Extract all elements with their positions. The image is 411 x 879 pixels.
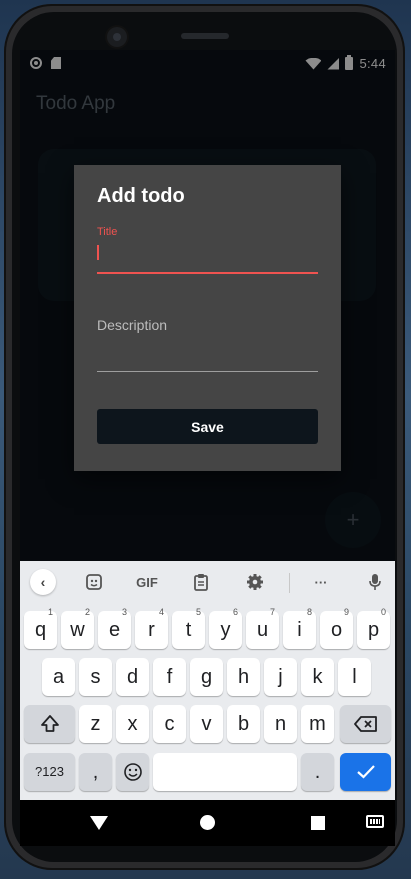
earpiece-speaker [181, 33, 229, 39]
key-label: i [297, 619, 302, 641]
key-w[interactable]: w2 [61, 607, 94, 649]
key-f[interactable]: f [153, 658, 186, 696]
more-options-icon[interactable]: ··· [307, 569, 335, 595]
key-label: e [108, 619, 121, 641]
key-l[interactable]: l [338, 658, 371, 696]
key-s[interactable]: s [79, 658, 112, 696]
device-screen: 5:44 Todo App + Add todo Title Descripti… [20, 50, 395, 800]
key-u[interactable]: u7 [246, 607, 279, 649]
title-field-underline [97, 272, 318, 274]
key-hint: 5 [195, 607, 201, 617]
key-z[interactable]: z [79, 705, 112, 743]
key-hint: 2 [84, 607, 90, 617]
text-cursor [97, 245, 99, 260]
description-field-underline [97, 371, 318, 372]
key-x[interactable]: x [116, 705, 149, 743]
nav-back-icon[interactable] [90, 816, 108, 830]
emoji-key[interactable] [116, 753, 149, 791]
add-todo-dialog: Add todo Title Description Save [74, 165, 341, 471]
key-p[interactable]: p0 [357, 607, 390, 649]
emoji-sticker-icon[interactable] [81, 569, 107, 595]
key-hint: 1 [47, 607, 53, 617]
shift-icon [40, 715, 59, 732]
check-icon [356, 765, 375, 779]
soft-keyboard: ‹ GIF ··· q1 w2 e3 r4 t5 y6 u7 i 8 o 9 p… [20, 561, 395, 800]
symbols-key[interactable]: ?123 [24, 753, 75, 791]
key-label: r [148, 619, 155, 641]
key-label: w [70, 619, 85, 641]
backspace-key[interactable] [340, 705, 391, 743]
key-hint: 4 [158, 607, 164, 617]
key-label: o [330, 619, 343, 641]
period-key[interactable]: . [301, 753, 334, 791]
key-c[interactable]: c [153, 705, 186, 743]
key-a[interactable]: a [42, 658, 75, 696]
shift-key[interactable] [24, 705, 75, 743]
toolbar-divider [289, 573, 290, 593]
key-hint: 9 [343, 607, 349, 617]
description-field-label: Description [97, 317, 168, 333]
key-label: y [220, 619, 231, 641]
key-q[interactable]: q1 [24, 607, 57, 649]
title-field[interactable]: Title [97, 226, 318, 274]
key-y[interactable]: y6 [209, 607, 242, 649]
mic-icon[interactable] [362, 569, 388, 595]
key-m[interactable]: m [301, 705, 334, 743]
nav-recents-icon[interactable] [311, 816, 325, 830]
key-row-1: q1 w2 e3 r4 t5 y6 u7 i8 o9 p0 [20, 607, 395, 651]
key-row-2: a s d f g h j k l [20, 658, 395, 698]
key-j[interactable]: j [264, 658, 297, 696]
key-b[interactable]: b [227, 705, 260, 743]
key-e[interactable]: e3 [98, 607, 131, 649]
key-label: q [34, 619, 47, 641]
settings-icon[interactable] [242, 569, 268, 595]
key-k[interactable]: k [301, 658, 334, 696]
backspace-icon [353, 716, 377, 732]
front-camera [107, 27, 127, 47]
key-g[interactable]: g [190, 658, 223, 696]
description-field[interactable]: Description [97, 317, 318, 373]
key-label: u [256, 619, 269, 641]
keyboard-switch-icon[interactable] [366, 815, 384, 828]
key-t[interactable]: t5 [172, 607, 205, 649]
key-o[interactable]: o9 [320, 607, 353, 649]
key-hint: 3 [121, 607, 127, 617]
comma-key[interactable]: , [79, 753, 112, 791]
title-field-label: Title [97, 226, 118, 238]
collapse-toolbar-icon[interactable]: ‹ [30, 569, 56, 595]
key-label: p [367, 619, 380, 641]
key-row-4: ?123 , . [20, 753, 395, 793]
key-v[interactable]: v [190, 705, 223, 743]
key-i[interactable]: i8 [283, 607, 316, 649]
keyboard-toolbar: ‹ GIF ··· [20, 561, 395, 603]
key-h[interactable]: h [227, 658, 260, 696]
key-n[interactable]: n [264, 705, 297, 743]
key-hint: 6 [232, 607, 238, 617]
clipboard-icon[interactable] [188, 569, 214, 595]
key-r[interactable]: r4 [135, 607, 168, 649]
key-label: t [185, 619, 192, 641]
key-hint: 7 [269, 607, 275, 617]
enter-key[interactable] [340, 753, 391, 791]
navigation-bar [20, 800, 395, 846]
key-hint: 0 [380, 607, 386, 617]
dialog-title: Add todo [97, 185, 185, 207]
gif-button[interactable]: GIF [132, 569, 162, 595]
nav-home-icon[interactable] [200, 815, 215, 830]
emoji-icon [123, 763, 142, 781]
save-button[interactable]: Save [97, 409, 318, 444]
key-d[interactable]: d [116, 658, 149, 696]
key-row-3: z x c v b n m [20, 705, 395, 745]
spacebar[interactable] [153, 753, 297, 791]
key-hint: 8 [306, 607, 312, 617]
